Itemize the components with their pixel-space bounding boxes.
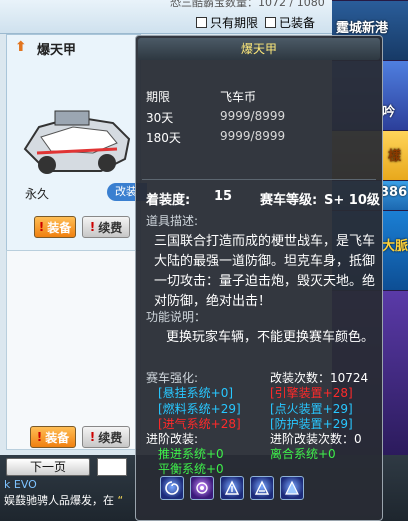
next-page-button[interactable]: 下一页 <box>6 458 90 476</box>
chat-line: k EVO <box>4 478 37 491</box>
filter-only-expiring[interactable]: 只有期限 <box>196 14 258 31</box>
inventory-count: 恐三酷霸宝数量：1072 / 1080 <box>170 0 325 9</box>
function-title: 功能说明： <box>146 310 207 324</box>
price-header-row: 期限 飞车币 <box>146 88 386 108</box>
price-value: 9999/8999 <box>220 129 286 143</box>
renew-button-label: 续费 <box>98 430 123 445</box>
equip-button-label: 装备 <box>45 430 70 445</box>
kart-image <box>23 110 131 174</box>
equip-degree-value: 15 <box>214 189 233 204</box>
price-row: 180天 9999/8999 <box>146 129 386 149</box>
chat-text: 娱鼗驰骋人品爆发，在 <box>4 494 114 507</box>
item-tooltip: 爆天甲 期限 飞车币 30天 9999/8999 180天 9999/8999 … <box>135 35 383 521</box>
triangle-icon <box>250 476 274 500</box>
chat-highlight: “ <box>117 494 124 507</box>
car-level-label: 赛车等级: <box>260 193 318 208</box>
filter-equipped-label: 已装备 <box>279 16 316 30</box>
price-header-currency: 飞车币 <box>220 90 257 104</box>
chat-line: 娱鼗驰骋人品爆发，在 “ <box>4 492 123 508</box>
side-tile-label: 386 <box>380 185 408 200</box>
item-card[interactable] <box>6 250 141 450</box>
triangle-icon <box>280 476 304 500</box>
strengthen-suspension: [悬挂系统+0] <box>158 386 234 400</box>
price-value: 9999/8999 <box>220 109 286 123</box>
price-header-period: 期限 <box>146 90 171 104</box>
triangle-icon <box>220 476 244 500</box>
strengthen-engine: [引擎装置+28] <box>270 386 353 400</box>
page-input[interactable] <box>97 458 127 476</box>
divider <box>142 179 376 180</box>
price-period: 30天 <box>146 111 174 125</box>
equip-button-label: 装备 <box>47 220 72 235</box>
side-tile-label: 樣 <box>388 149 402 164</box>
price-row: 30天 9999/8999 <box>146 109 386 129</box>
renew-button[interactable]: ! 续费 <box>82 216 130 238</box>
renew-button-label: 续费 <box>98 220 123 235</box>
item-description: 三国联合打造而成的梗世战车，是飞车大陆的最强一道防御。坦克车身，抵御一切攻击：量… <box>154 234 376 309</box>
filter-only-expiring-label: 只有期限 <box>210 16 259 30</box>
price-period: 180天 <box>146 131 181 145</box>
side-tile-label: 大脈 <box>382 239 408 254</box>
exclamation-icon: ! <box>89 430 96 444</box>
upgrade-arrow-icon: ⬆ <box>15 39 27 55</box>
item-duration: 永久 <box>25 187 50 201</box>
exclamation-icon: ! <box>36 430 43 444</box>
purple-orb-icon <box>190 476 214 500</box>
equip-button[interactable]: ! 装备 <box>34 216 76 238</box>
item-card-title: 爆天甲 <box>37 43 77 58</box>
checkbox-icon[interactable] <box>196 17 207 28</box>
checkbox-icon[interactable] <box>265 17 276 28</box>
car-level-value: S+ 10级 <box>324 193 380 208</box>
filter-equipped[interactable]: 已装备 <box>265 14 315 31</box>
function-text: 更换玩家车辆，不能更换赛车颜色。 <box>166 330 375 345</box>
advanced-balance: 平衡系统+0 <box>158 462 224 476</box>
description-title: 道具描述: <box>146 214 199 228</box>
swirl-icon <box>160 476 184 500</box>
equip-degree-label: 着装度: <box>146 193 191 208</box>
tooltip-title: 爆天甲 <box>138 38 380 60</box>
advanced-clutch: 离合系统+0 <box>270 447 336 461</box>
renew-button[interactable]: ! 续费 <box>82 426 130 448</box>
exclamation-icon: ! <box>38 220 45 234</box>
exclamation-icon: ! <box>89 220 96 234</box>
side-tile-label: 霆城新港 <box>336 21 389 36</box>
equip-button[interactable]: ! 装备 <box>30 426 76 448</box>
skill-icons <box>160 476 304 500</box>
